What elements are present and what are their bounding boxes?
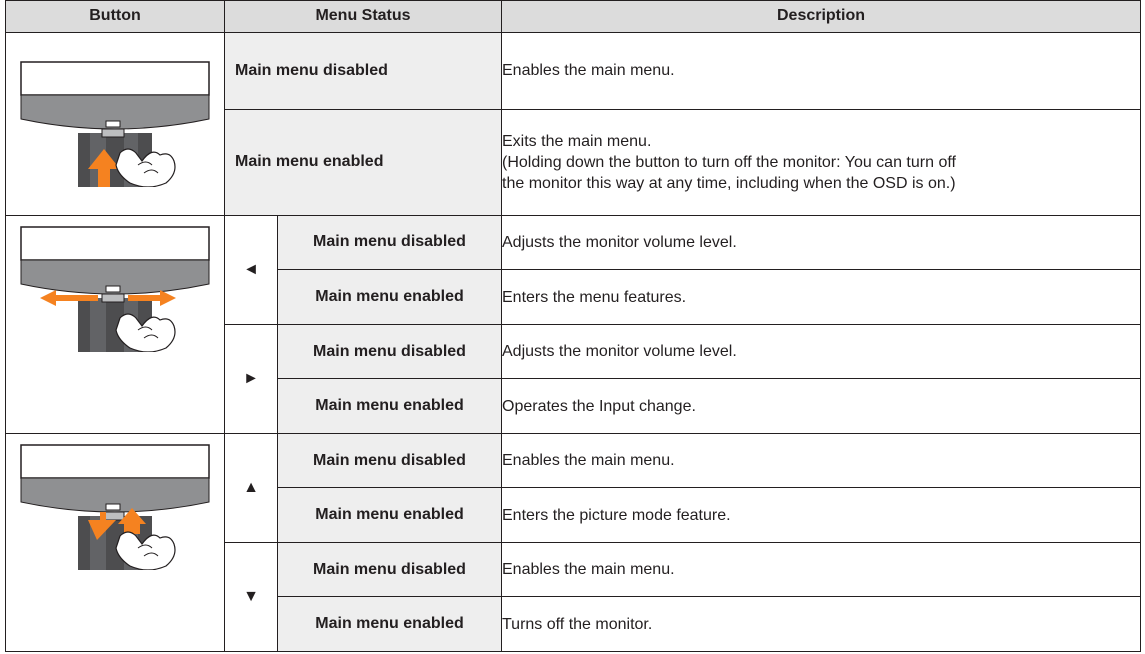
header-row: Button Menu Status Description xyxy=(5,0,1141,33)
description-line: (Holding down the button to turn off the… xyxy=(502,153,956,171)
monitor-left-right-illustration-icon xyxy=(20,225,210,352)
button-function-table: Button Menu Status Description Main menu… xyxy=(5,0,1141,653)
description-cell: Exits the main menu. (Holding down the b… xyxy=(501,109,1141,216)
left-arrow-icon: ◄ xyxy=(224,214,278,325)
monitor-up-down-illustration-icon xyxy=(20,444,210,570)
table-row: Main menu disabled Enables the main menu… xyxy=(5,31,1141,216)
table-row: ▲ Main menu disabled Enables the main me… xyxy=(5,432,1141,653)
menu-status-cell: Main menu disabled xyxy=(277,541,502,598)
description-cell: Adjusts the monitor volume level. xyxy=(501,214,1141,271)
table-row: ◄ Main menu disabled Adjusts the monitor… xyxy=(5,214,1141,434)
header-menu-status: Menu Status xyxy=(224,0,502,33)
menu-status-cell: Main menu enabled xyxy=(277,487,502,543)
description-line: Exits the main menu. xyxy=(502,132,652,150)
header-button: Button xyxy=(5,0,225,33)
menu-status-cell: Main menu disabled xyxy=(224,31,502,111)
description-cell: Adjusts the monitor volume level. xyxy=(501,323,1141,380)
menu-status-cell: Main menu enabled xyxy=(277,269,502,325)
button-illustration-cell xyxy=(5,214,225,434)
description-cell: Enters the picture mode feature. xyxy=(501,487,1141,543)
description-cell: Operates the Input change. xyxy=(501,378,1141,434)
description-cell: Enables the main menu. xyxy=(501,31,1141,111)
menu-status-cell: Main menu disabled xyxy=(277,432,502,489)
description-cell: Enters the menu features. xyxy=(501,269,1141,325)
menu-status-cell: Main menu enabled xyxy=(277,596,502,652)
right-arrow-icon: ► xyxy=(224,323,278,434)
down-arrow-icon: ▼ xyxy=(224,541,278,653)
monitor-press-up-illustration-icon xyxy=(20,61,210,187)
button-illustration-cell xyxy=(5,31,225,216)
menu-status-cell: Main menu enabled xyxy=(224,109,502,216)
description-cell: Enables the main menu. xyxy=(501,432,1141,489)
header-description: Description xyxy=(501,0,1141,33)
button-illustration-cell xyxy=(5,432,225,653)
description-cell: Enables the main menu. xyxy=(501,541,1141,598)
menu-status-cell: Main menu enabled xyxy=(277,378,502,434)
description-line: the monitor this way at any time, includ… xyxy=(502,174,956,192)
menu-status-cell: Main menu disabled xyxy=(277,214,502,271)
menu-status-cell: Main menu disabled xyxy=(277,323,502,380)
description-cell: Turns off the monitor. xyxy=(501,596,1141,652)
up-arrow-icon: ▲ xyxy=(224,432,278,543)
